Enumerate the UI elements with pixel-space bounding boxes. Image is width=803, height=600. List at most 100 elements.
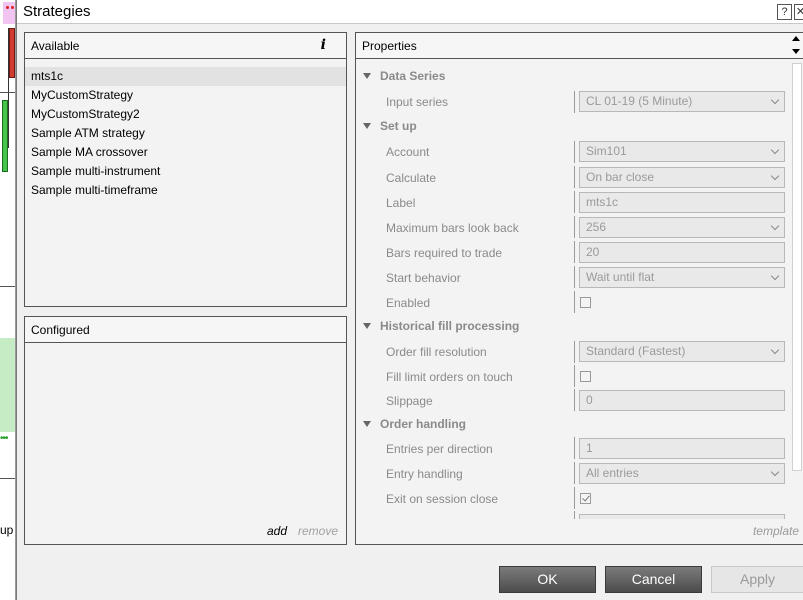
scroll-arrows (789, 33, 803, 59)
next-property-field[interactable] (579, 514, 785, 519)
prop-separator (574, 241, 575, 263)
dropdown-value: Sim101 (586, 144, 627, 158)
configured-panel: Configured add remove (24, 316, 347, 545)
strategy-item[interactable]: Sample MA crossover (25, 143, 346, 162)
dropdown-value: Wait until flat (586, 270, 655, 284)
prop-separator (574, 462, 575, 484)
chevron-down-icon (770, 271, 780, 281)
category-label: Data Series (380, 69, 446, 83)
prop-separator (574, 437, 575, 459)
prop-separator (574, 341, 575, 363)
chart-dot (6, 6, 9, 9)
chart-dots: ••• (0, 433, 8, 444)
category-label: Set up (380, 119, 417, 133)
prop-label-fill-limit: Fill limit orders on touch (386, 370, 513, 384)
strategy-item[interactable]: Sample ATM strategy (25, 124, 346, 143)
prop-separator (574, 511, 575, 519)
chevron-down-icon (770, 467, 780, 477)
enabled-checkbox[interactable] (580, 297, 591, 308)
chevron-down-icon (770, 221, 780, 231)
candle-red (9, 28, 15, 78)
apply-button[interactable]: Apply (711, 566, 803, 593)
available-header: Available i (25, 33, 346, 59)
chart-fill (0, 338, 15, 432)
prop-separator (574, 166, 575, 188)
prop-label-bars-required: Bars required to trade (386, 246, 503, 260)
prop-label-max-bars: Maximum bars look back (386, 221, 519, 235)
strategy-list: mts1c MyCustomStrategy MyCustomStrategy2… (25, 67, 346, 200)
prop-separator (574, 291, 575, 313)
configured-header: Configured (25, 317, 346, 343)
available-panel: Available i mts1c MyCustomStrategy MyCus… (24, 32, 347, 307)
fill-limit-checkbox[interactable] (580, 371, 591, 382)
info-icon[interactable]: i (321, 37, 326, 53)
help-button[interactable]: ? (777, 4, 792, 20)
dropdown-value: On bar close (586, 170, 655, 184)
scroll-up-icon[interactable] (792, 36, 800, 41)
strategy-item[interactable]: MyCustomStrategy2 (25, 105, 346, 124)
max-bars-dropdown[interactable]: 256 (579, 217, 785, 238)
template-link[interactable]: template (753, 524, 799, 538)
properties-panel: Properties Data Series Input series CL 0… (355, 32, 803, 545)
prop-label-label: Label (386, 196, 416, 210)
properties-scrollbar[interactable] (792, 63, 802, 471)
prop-label-start-behavior: Start behavior (386, 271, 461, 285)
property-grid: Data Series Input series CL 01-19 (5 Min… (356, 61, 789, 519)
account-dropdown[interactable]: Sim101 (579, 141, 785, 162)
strategy-item[interactable]: Sample multi-timeframe (25, 181, 346, 200)
calculate-dropdown[interactable]: On bar close (579, 167, 785, 188)
collapse-arrow-icon[interactable] (363, 323, 371, 329)
remove-link[interactable]: remove (298, 524, 338, 538)
chart-partial-text: up (0, 523, 14, 537)
entries-per-direction-input[interactable]: 1 (579, 438, 785, 459)
prop-separator (574, 365, 575, 387)
collapse-arrow-icon[interactable] (363, 421, 371, 427)
candle-green (2, 100, 8, 172)
collapse-arrow-icon[interactable] (363, 73, 371, 79)
category-label: Order handling (380, 417, 467, 431)
strategy-item[interactable]: mts1c (25, 67, 346, 86)
window-title: Strategies (23, 3, 91, 20)
dropdown-value: All entries (586, 466, 639, 480)
checkmark-icon (582, 493, 590, 502)
configured-title: Configured (31, 323, 90, 337)
strategies-dialog: Strategies ? ✕ Available i mts1c MyCusto… (16, 0, 803, 600)
exit-on-close-checkbox[interactable] (580, 493, 591, 504)
dropdown-value: Standard (Fastest) (586, 344, 686, 358)
start-behavior-dropdown[interactable]: Wait until flat (579, 267, 785, 288)
prop-label-enabled: Enabled (386, 296, 431, 310)
properties-header: Properties (356, 33, 803, 59)
strategy-item[interactable]: Sample multi-instrument (25, 162, 346, 181)
prop-label-input-series: Input series (386, 95, 449, 109)
slippage-input[interactable]: 0 (579, 390, 785, 411)
entry-handling-dropdown[interactable]: All entries (579, 463, 785, 484)
prop-label-order-fill: Order fill resolution (386, 345, 487, 359)
label-input[interactable]: mts1c (579, 192, 785, 213)
chevron-down-icon (770, 145, 780, 155)
chevron-down-icon (770, 171, 780, 181)
dropdown-value: CL 01-19 (5 Minute) (586, 94, 693, 108)
category-label: Historical fill processing (380, 319, 520, 333)
prop-label-entries-per-direction: Entries per direction (386, 442, 493, 456)
prop-separator (574, 216, 575, 238)
prop-label-entry-handling: Entry handling (386, 467, 463, 481)
add-link[interactable]: add (267, 524, 287, 538)
chart-gridline (0, 478, 15, 479)
prop-separator (574, 191, 575, 213)
bars-required-input[interactable]: 20 (579, 242, 785, 263)
scroll-down-icon[interactable] (792, 49, 800, 54)
collapse-arrow-icon[interactable] (363, 123, 371, 129)
chart-gridline (0, 286, 15, 287)
cancel-button[interactable]: Cancel (605, 566, 702, 593)
strategy-item[interactable]: MyCustomStrategy (25, 86, 346, 105)
close-button[interactable]: ✕ (794, 4, 803, 20)
title-bar: Strategies ? ✕ (17, 0, 803, 24)
chart-marker (3, 2, 15, 24)
prop-separator (574, 141, 575, 163)
input-series-dropdown[interactable]: CL 01-19 (5 Minute) (579, 91, 785, 112)
order-fill-dropdown[interactable]: Standard (Fastest) (579, 341, 785, 362)
dropdown-value: 256 (586, 220, 607, 234)
chart-dot (11, 6, 14, 9)
background-chart: ••• up (0, 0, 16, 600)
ok-button[interactable]: OK (499, 566, 596, 593)
